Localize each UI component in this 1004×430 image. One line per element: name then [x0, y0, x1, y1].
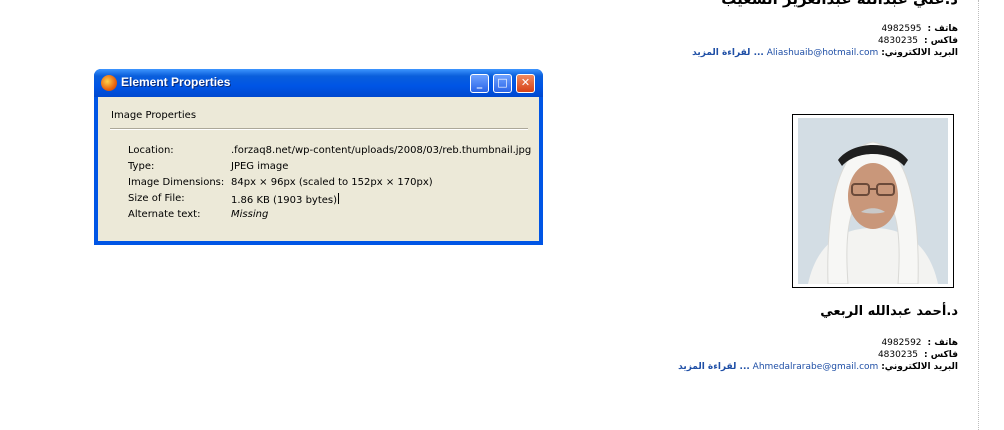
text-caret: [338, 193, 340, 204]
contact-block-1: هاتف : 4982595 فاكس : 4830235 البريد الالك…: [692, 23, 958, 59]
title-bar[interactable]: Element Properties _ □ ✕: [94, 69, 543, 97]
property-label: Image Dimensions:: [128, 177, 225, 188]
maximize-button[interactable]: □: [493, 74, 512, 93]
contact-block-2: هاتف : 4982592 فاكس : 4830235 البريد الالك…: [678, 337, 958, 373]
person-photo-frame: [792, 114, 954, 288]
phone-label: هاتف :: [927, 338, 958, 348]
email-label: البريد الالكتروني:: [881, 48, 958, 58]
fax-label: فاكس :: [924, 36, 958, 46]
phone-label: هاتف :: [927, 24, 958, 34]
property-value-with-caret[interactable]: 1.86 KB (1903 bytes): [231, 193, 340, 206]
separator: [110, 128, 528, 130]
fax-label: فاكس :: [924, 350, 958, 360]
read-more-link[interactable]: ... لقراءة المزيد: [678, 362, 750, 372]
fax-value: 4830235: [877, 36, 919, 46]
person1-name: د.علي عبدالله عبدالعزيز الشعيب: [721, 0, 958, 8]
email-label: البريد الالكتروني:: [881, 362, 958, 372]
minimize-button[interactable]: _: [470, 74, 489, 93]
property-label: Type:: [128, 161, 155, 172]
email-link[interactable]: Aliashuaib@hotmail.com: [767, 48, 879, 58]
scrollbar-edge[interactable]: [978, 0, 983, 430]
phone-value: 4982595: [881, 24, 922, 34]
window-title: Element Properties: [121, 75, 231, 89]
property-value[interactable]: JPEG image: [231, 161, 288, 172]
property-label: Alternate text:: [128, 209, 201, 220]
read-more-link[interactable]: ... لقراءة المزيد: [692, 48, 764, 58]
email-link[interactable]: Ahmedalrarabe@gmail.com: [753, 362, 879, 372]
firefox-icon: [101, 75, 117, 91]
property-value[interactable]: 1.86 KB (1903 bytes): [231, 195, 337, 206]
property-value[interactable]: 84px × 96px (scaled to 152px × 170px): [231, 177, 433, 188]
property-label: Location:: [128, 145, 174, 156]
close-button[interactable]: ✕: [516, 74, 535, 93]
property-label: Size of File:: [128, 193, 185, 204]
property-value[interactable]: .forzaq8.net/wp-content/uploads/2008/03/…: [231, 145, 531, 156]
element-properties-window[interactable]: Element Properties _ □ ✕ Image Propertie…: [94, 69, 543, 245]
window-client: Image Properties Location: .forzaq8.net/…: [98, 97, 539, 241]
person-photo[interactable]: [798, 118, 948, 284]
person2-name: د.أحمد عبدالله الربعي: [820, 304, 958, 319]
section-title: Image Properties: [111, 110, 197, 121]
property-value[interactable]: Missing: [231, 209, 268, 220]
phone-value: 4982592: [881, 338, 922, 348]
fax-value: 4830235: [877, 350, 919, 360]
